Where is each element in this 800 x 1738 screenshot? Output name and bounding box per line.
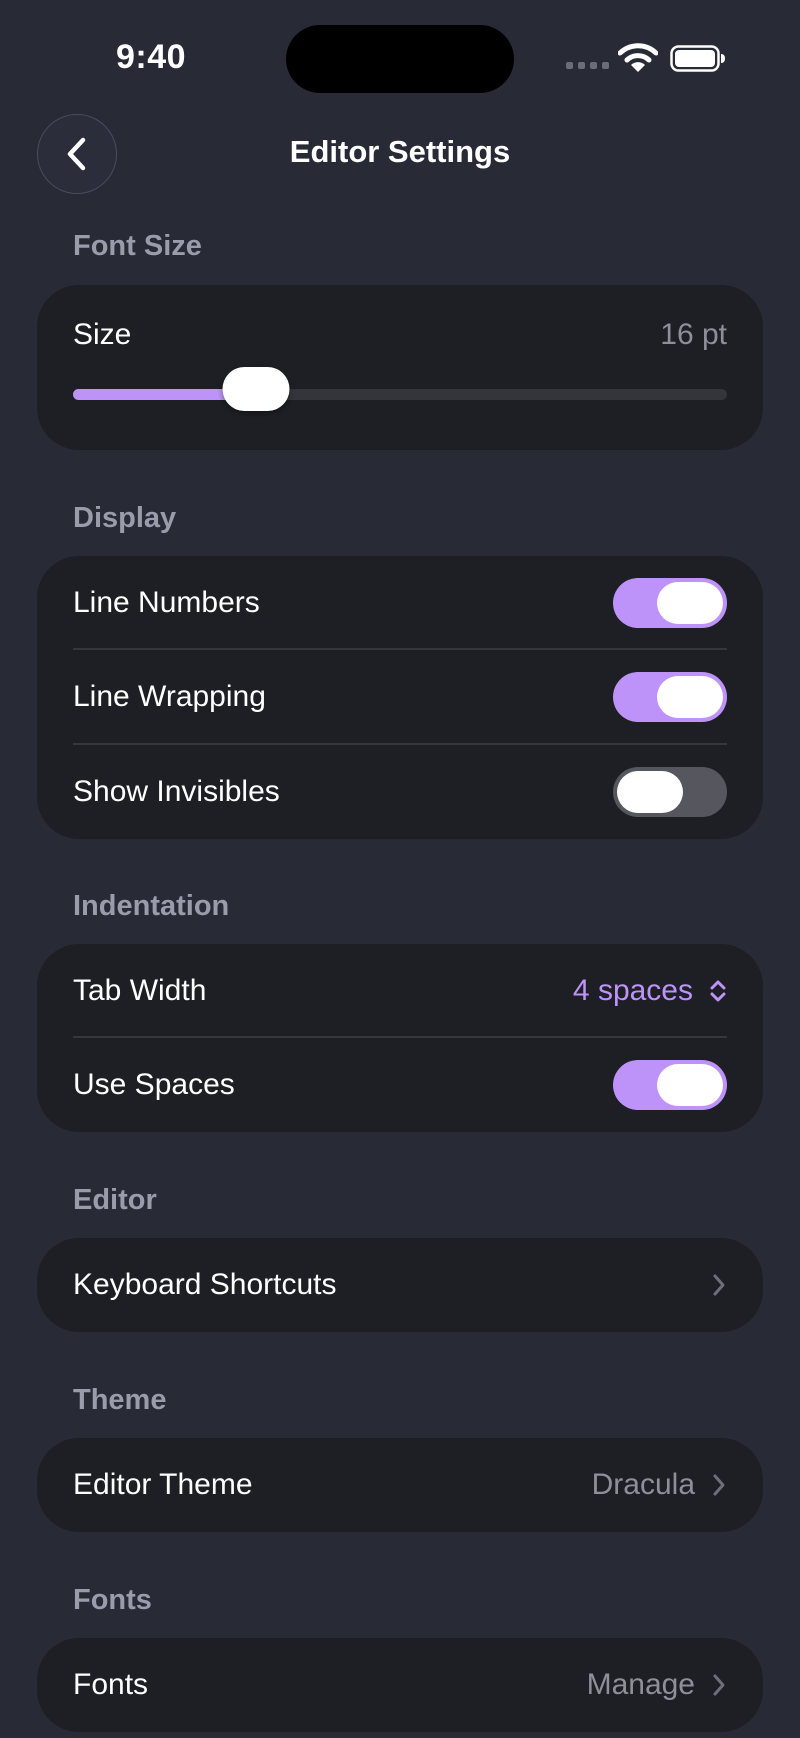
chevron-right-icon [713, 1274, 725, 1296]
keyboard-shortcuts-row[interactable]: Keyboard Shortcuts [73, 1238, 727, 1332]
status-time: 9:40 [116, 38, 187, 76]
cellular-signal-icon [566, 62, 609, 69]
editor-card: Keyboard Shortcuts [37, 1238, 763, 1332]
chevron-right-icon [713, 1474, 725, 1496]
use-spaces-label: Use Spaces [73, 1068, 235, 1101]
toggle-knob [657, 1064, 723, 1106]
indentation-card: Tab Width 4 spaces Use Spaces [37, 944, 763, 1132]
line-numbers-toggle[interactable] [613, 578, 727, 628]
keyboard-shortcuts-label: Keyboard Shortcuts [73, 1268, 337, 1301]
editor-theme-row[interactable]: Editor Theme Dracula [73, 1438, 727, 1532]
font-size-slider-thumb[interactable] [222, 367, 290, 411]
use-spaces-row: Use Spaces [73, 1038, 727, 1132]
line-numbers-label: Line Numbers [73, 586, 260, 619]
line-wrapping-label: Line Wrapping [73, 680, 266, 713]
section-header-editor: Editor [73, 1184, 157, 1216]
tab-width-label: Tab Width [73, 974, 207, 1007]
chevron-right-icon [713, 1674, 725, 1696]
font-size-card: Size 16 pt [37, 285, 763, 450]
line-numbers-row: Line Numbers [73, 556, 727, 650]
editor-theme-value-group: Dracula [592, 1468, 727, 1502]
editor-theme-label: Editor Theme [73, 1468, 253, 1501]
font-size-slider[interactable] [73, 367, 727, 411]
section-header-indentation: Indentation [73, 890, 230, 922]
line-wrapping-toggle[interactable] [613, 672, 727, 722]
font-size-label: Size [73, 318, 132, 351]
chevron-up-down-icon [710, 980, 726, 1002]
line-wrapping-row: Line Wrapping [73, 650, 727, 744]
display-card: Line Numbers Line Wrapping Show Invisibl… [37, 556, 763, 839]
section-header-display: Display [73, 502, 177, 534]
wifi-icon [618, 43, 658, 72]
font-size-value: 16 pt [660, 318, 727, 351]
toggle-knob [657, 676, 723, 718]
toggle-knob [617, 771, 683, 813]
fonts-card: Fonts Manage [37, 1638, 763, 1732]
toggle-knob [657, 582, 723, 624]
battery-icon [670, 45, 725, 72]
theme-card: Editor Theme Dracula [37, 1438, 763, 1532]
section-header-fonts: Fonts [73, 1584, 152, 1616]
tab-width-row[interactable]: Tab Width 4 spaces [73, 944, 727, 1038]
dynamic-island [286, 25, 514, 93]
fonts-label: Fonts [73, 1668, 149, 1701]
show-invisibles-row: Show Invisibles [73, 745, 727, 839]
use-spaces-toggle[interactable] [613, 1060, 727, 1110]
font-size-row: Size 16 pt [73, 285, 727, 385]
fonts-value-group: Manage [587, 1668, 727, 1702]
fonts-value: Manage [586, 1668, 695, 1701]
fonts-row[interactable]: Fonts Manage [73, 1638, 727, 1732]
show-invisibles-label: Show Invisibles [73, 775, 280, 808]
tab-width-picker[interactable]: 4 spaces [573, 974, 727, 1008]
editor-theme-value: Dracula [591, 1468, 695, 1501]
section-header-theme: Theme [73, 1384, 167, 1416]
editor-settings-screen: 9:40 Editor Settings Font Size Size 16 p… [0, 0, 800, 1738]
page-title: Editor Settings [289, 134, 511, 169]
show-invisibles-toggle[interactable] [613, 767, 727, 817]
section-header-font-size: Font Size [73, 230, 202, 262]
tab-width-value: 4 spaces [572, 974, 693, 1007]
status-bar: 9:40 [0, 0, 800, 110]
